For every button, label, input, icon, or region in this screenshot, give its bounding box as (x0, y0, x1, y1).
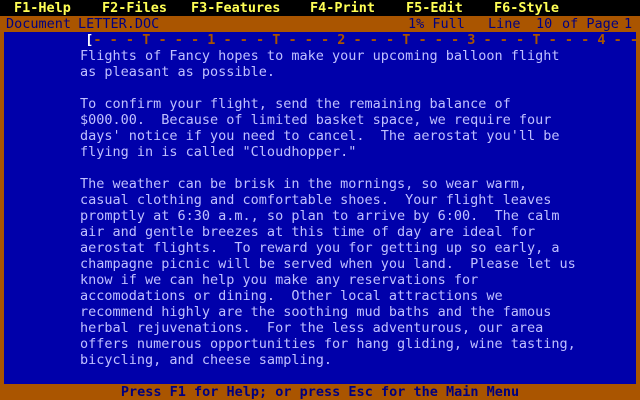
ruler-tabs: - - - T - - - 1 - - - T - - - 2 - - - T … (93, 32, 636, 48)
line-label: Line (488, 16, 521, 32)
paragraph-2: To confirm your flight, send the remaini… (80, 96, 560, 160)
menu-edit[interactable]: F5-Edit (406, 0, 463, 16)
page-label: of Page (562, 16, 619, 32)
line-number: 10 (536, 16, 553, 32)
status-bar: Document LETTER.DOC 1% Full Line 10 of P… (0, 16, 640, 32)
full-indicator: 1% Full (408, 16, 465, 32)
document-area[interactable]: [- - - T - - - 1 - - - T - - - 2 - - - T… (4, 32, 636, 384)
menu-features[interactable]: F3-Features (191, 0, 280, 16)
menu-print[interactable]: F4-Print (310, 0, 375, 16)
document-text[interactable]: Flights of Fancy hopes to make your upco… (80, 48, 620, 368)
menu-bar: F1-Help F2-Files F3-Features F4-Print F5… (0, 0, 640, 16)
paragraph-3: The weather can be brisk in the mornings… (80, 176, 576, 368)
document-label: Document (6, 16, 72, 32)
menu-files[interactable]: F2-Files (102, 0, 167, 16)
help-bar: Press F1 for Help; or press Esc for the … (0, 384, 640, 400)
paragraph-1: Flights of Fancy hopes to make your upco… (80, 48, 560, 80)
page-number: 1 (624, 16, 633, 32)
menu-style[interactable]: F6-Style (494, 0, 559, 16)
ruler: [- - - T - - - 1 - - - T - - - 2 - - - T… (4, 32, 636, 48)
document-filename: LETTER.DOC (78, 16, 160, 32)
menu-help[interactable]: F1-Help (14, 0, 71, 16)
